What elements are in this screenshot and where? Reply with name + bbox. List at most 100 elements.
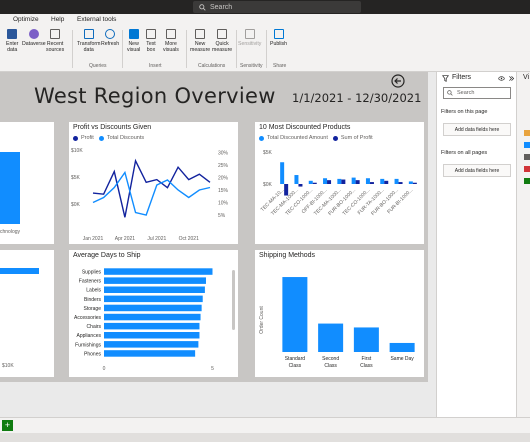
bar [104,286,205,293]
profit-vs-discounts-tile[interactable]: Profit vs Discounts Given Profit Total D… [69,122,238,244]
x-tick-label: Standard [285,356,306,362]
category-label: Labels [86,288,101,294]
x-tick-label: Class [360,363,373,369]
new-measure-button[interactable]: New measure [190,29,210,53]
transform-icon [83,29,94,39]
y2-tick-label: 25% [218,163,229,169]
page-tabs-bar: + [0,417,530,433]
dataverse-icon [28,29,39,39]
sensitivity-button[interactable]: Sensitivity [238,29,261,47]
viz-icon[interactable] [524,178,530,184]
add-fields-page-drop[interactable]: Add data fields here [443,123,511,136]
viz-icon[interactable] [524,130,530,136]
bar [104,268,213,275]
viz-icon[interactable] [524,166,530,172]
bar [365,178,370,184]
x-tick-label: Second [322,356,339,362]
ribbon-separator [122,30,123,68]
menu-help[interactable]: Help [51,16,64,23]
sales-tile[interactable]: $10K [0,250,54,377]
category-label: Phones [84,351,101,357]
x-tick-label: Oct 2021 [179,236,200,242]
new-visual-button[interactable]: New visual [127,29,140,53]
search-icon [447,90,453,96]
days-to-ship-chart: Supplies Fasteners Labels Binders Storage Acc… [74,268,214,372]
report-title: West Region Overview [34,84,276,108]
bar [298,184,303,187]
days-to-ship-tile[interactable]: Average Days to Ship Supplies Fasteners La… [69,250,238,377]
bar [104,341,199,348]
bar [104,313,201,321]
y2-tick-label: 20% [218,176,229,182]
sensitivity-label: Sensitivity [238,41,262,47]
bar [384,180,389,184]
viz-icon[interactable] [524,142,530,148]
shipping-methods-tile[interactable]: Shipping Methods Standard Class Second Clas… [255,250,424,377]
group-queries: Queries [89,63,107,69]
bar [398,182,403,184]
recent-sources-button[interactable]: Recent sources [46,29,64,53]
bar [104,322,200,330]
x-tick-label: Jul 2021 [147,236,166,242]
category-label: Fasteners [79,279,102,285]
table-icon [7,29,18,39]
bar [294,175,299,184]
viz-icon[interactable] [524,154,530,160]
y2-tick-label: 15% [218,188,229,194]
status-bar [0,433,530,442]
category-label: Appliances [77,333,102,339]
bar [280,162,285,184]
x-tick-label: 5 [211,366,214,372]
dataverse-button[interactable]: Dataverse [22,29,46,47]
quick-measure-button[interactable]: Quick measure [212,29,232,53]
search-placeholder: Search [210,3,233,11]
bar [389,342,415,352]
filter-search-placeholder: Search [457,90,475,96]
bar [318,323,344,352]
text-box-button[interactable]: Text box [146,29,156,53]
bar [104,295,203,303]
bar [369,182,374,184]
y-tick-label: $5K [263,150,273,156]
menu-optimize[interactable]: Optimize [13,16,39,23]
bar [104,304,202,312]
recent-sources-label: Recent sources [46,41,65,53]
publish-label: Publish [270,41,288,47]
bar [284,184,289,196]
x-tick-label: Apr 2021 [115,236,136,242]
x-tick-label: Class [324,363,337,369]
collapse-icon[interactable] [508,75,515,82]
add-fields-all-drop[interactable]: Add data fields here [443,164,511,177]
refresh-button[interactable]: Refresh [101,29,119,47]
most-discounted-chart: $5K$0KTEC-MA-10...TEC-MA-1000...TEC-CO-1… [260,150,417,217]
chart-icon [128,29,139,39]
more-visuals-label: More visuals [163,41,179,53]
most-discounted-tile[interactable]: 10 Most Discounted Products Total Discou… [255,122,424,244]
profit-discounts-chart: $10K $5K $0K 30% 25% 20% 15% 10% 5% Jan 2021 Apr 2… [71,148,229,242]
visualizations-pane: Vi [516,72,530,417]
menu-external-tools[interactable]: External tools [77,16,116,23]
back-arrow-icon[interactable] [391,74,405,88]
enter-data-button[interactable]: Enter data [6,29,18,53]
bar [355,180,360,184]
search-box[interactable]: Search [193,1,361,13]
filters-pane: Filters Search Filters on this page Add … [436,72,516,417]
category-label: Furnishings [75,342,101,348]
scrollbar[interactable] [232,270,235,330]
bar [380,178,385,184]
filter-search-input[interactable]: Search [443,87,511,99]
bar [104,277,206,284]
group-sensitivity: Sensitivity [240,63,263,69]
category-tile[interactable]: chnology [0,122,54,244]
report-canvas: West Region Overview 1/1/2021 - 12/30/20… [0,72,436,417]
ribbon-separator [236,30,237,68]
transform-data-button[interactable]: Transform data [77,29,100,53]
group-calculations: Calculations [198,63,226,69]
add-page-button[interactable]: + [2,420,13,431]
publish-button[interactable]: Publish [270,29,287,47]
new-visual-label: New visual [127,41,141,53]
dataverse-label: Dataverse [22,41,46,47]
y2-tick-label: 10% [218,201,229,207]
more-visuals-button[interactable]: More visuals [163,29,179,53]
eye-icon[interactable] [498,75,505,82]
